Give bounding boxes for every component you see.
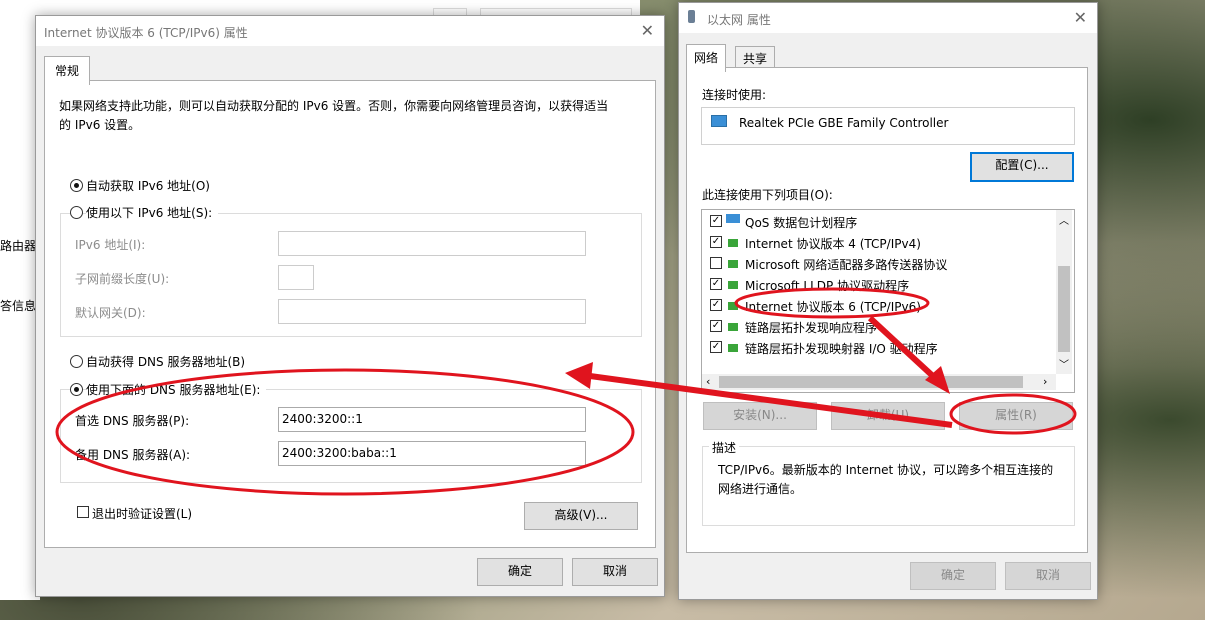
alternate-dns-field[interactable]: 2400:3200:baba::1 — [278, 441, 586, 466]
install-button[interactable]: 安装(N)... — [703, 402, 817, 430]
list-item[interactable]: Internet 协议版本 4 (TCP/IPv4) — [745, 235, 921, 252]
protocol-icon — [728, 302, 738, 310]
bg-label-info: 答信息. — [0, 299, 40, 313]
protocol-icon — [728, 239, 738, 247]
tab-general[interactable]: 常规 — [44, 56, 91, 85]
configure-button[interactable]: 配置(C)... — [970, 152, 1074, 182]
network-adapter-icon — [688, 10, 695, 23]
ethernet-properties-dialog: 以太网 属性 ✕ 网络 共享 连接时使用: Realtek PCIe GBE F… — [678, 2, 1098, 600]
preferred-dns-field[interactable]: 2400:3200::1 — [278, 407, 586, 432]
manual-dns-group — [60, 389, 642, 483]
properties-button[interactable]: 属性(R) — [959, 402, 1073, 430]
close-icon[interactable]: ✕ — [1074, 8, 1087, 27]
ipv6-address-field[interactable] — [278, 231, 586, 256]
validate-on-exit-checkbox[interactable] — [77, 506, 89, 518]
ipv6-properties-dialog: Internet 协议版本 6 (TCP/IPv6) 属性 ✕ 常规 如果网络支… — [35, 15, 665, 597]
list-item[interactable]: Microsoft 网络适配器多路传送器协议 — [745, 256, 947, 273]
items-scrollbar-h[interactable]: ‹ › — [702, 374, 1056, 390]
radio-auto-dns-label[interactable]: 自动获得 DNS 服务器地址(B) — [86, 353, 245, 370]
item-checkbox[interactable] — [710, 257, 722, 269]
tab-network[interactable]: 网络 — [686, 44, 727, 72]
scroll-left-icon[interactable]: ‹ — [706, 375, 710, 388]
intro-text-line2: 的 IPv6 设置。 — [59, 118, 141, 132]
label-default-gateway: 默认网关(D): — [75, 306, 146, 320]
item-checkbox[interactable]: ✓ — [710, 215, 722, 227]
protocol-icon — [728, 281, 738, 289]
item-checkbox[interactable]: ✓ — [710, 236, 722, 248]
ipv6-dialog-title: Internet 协议版本 6 (TCP/IPv6) 属性 — [44, 26, 248, 40]
items-label: 此连接使用下列项目(O): — [702, 188, 833, 202]
protocol-icon — [728, 260, 738, 268]
prefix-length-field[interactable] — [278, 265, 314, 290]
label-preferred-dns: 首选 DNS 服务器(P): — [75, 414, 190, 428]
item-checkbox[interactable]: ✓ — [710, 341, 722, 353]
connect-using-label: 连接时使用: — [702, 88, 767, 102]
advanced-button[interactable]: 高级(V)... — [524, 502, 638, 530]
label-prefix-length: 子网前缀长度(U): — [75, 272, 170, 286]
ethernet-dialog-title: 以太网 属性 — [707, 13, 771, 27]
radio-manual-ipv6[interactable] — [70, 206, 83, 219]
ipv6-cancel-button[interactable]: 取消 — [572, 558, 658, 586]
scroll-thumb[interactable] — [1058, 266, 1070, 352]
protocol-icon — [728, 323, 738, 331]
scroll-down-icon[interactable]: ﹀ — [1059, 356, 1069, 371]
scroll-right-icon[interactable]: › — [1043, 375, 1047, 388]
scroll-h-thumb[interactable] — [719, 376, 1023, 388]
item-checkbox[interactable]: ✓ — [710, 299, 722, 311]
list-item[interactable]: QoS 数据包计划程序 — [745, 214, 857, 231]
list-item[interactable]: Microsoft LLDP 协议驱动程序 — [745, 277, 909, 294]
scroll-up-icon[interactable]: ︿ — [1059, 212, 1069, 227]
radio-auto-dns[interactable] — [70, 355, 83, 368]
uninstall-button[interactable]: 卸载(U) — [831, 402, 945, 430]
list-item[interactable]: 链路层拓扑发现映射器 I/O 驱动程序 — [745, 340, 938, 357]
description-line2: 网络进行通信。 — [718, 482, 803, 496]
close-icon[interactable]: ✕ — [641, 21, 654, 40]
radio-auto-ipv6[interactable] — [70, 179, 83, 192]
intro-text-line1: 如果网络支持此功能，则可以自动获取分配的 IPv6 设置。否则，你需要向网络管理… — [59, 99, 609, 113]
label-ipv6-address: IPv6 地址(I): — [75, 238, 146, 252]
ethernet-ok-button[interactable]: 确定 — [910, 562, 996, 590]
bg-label-router: 路由器 — [0, 239, 37, 253]
validate-on-exit-label[interactable]: 退出时验证设置(L) — [92, 505, 192, 522]
items-scrollbar-v[interactable]: ︿ ﹀ — [1056, 210, 1072, 374]
description-label: 描述 — [709, 439, 740, 456]
radio-manual-dns-label[interactable]: 使用下面的 DNS 服务器地址(E): — [86, 381, 267, 398]
label-alternate-dns: 备用 DNS 服务器(A): — [75, 448, 191, 462]
radio-manual-ipv6-label[interactable]: 使用以下 IPv6 地址(S): — [86, 204, 219, 221]
adapter-icon — [711, 115, 727, 127]
protocol-icon — [728, 344, 738, 352]
radio-manual-dns[interactable] — [70, 383, 83, 396]
ipv6-ok-button[interactable]: 确定 — [477, 558, 563, 586]
ethernet-cancel-button[interactable]: 取消 — [1005, 562, 1091, 590]
ethernet-dialog-titlebar[interactable]: 以太网 属性 ✕ — [679, 3, 1097, 33]
item-checkbox[interactable]: ✓ — [710, 320, 722, 332]
adapter-name: Realtek PCIe GBE Family Controller — [739, 116, 949, 130]
radio-auto-ipv6-label[interactable]: 自动获取 IPv6 地址(O) — [86, 177, 210, 194]
list-item[interactable]: Internet 协议版本 6 (TCP/IPv6) — [745, 298, 921, 315]
list-item[interactable]: 链路层拓扑发现响应程序 — [745, 319, 877, 336]
background-panel — [0, 200, 40, 600]
ipv6-dialog-titlebar[interactable]: Internet 协议版本 6 (TCP/IPv6) 属性 ✕ — [36, 16, 664, 46]
description-line1: TCP/IPv6。最新版本的 Internet 协议，可以跨多个相互连接的 — [718, 463, 1054, 477]
default-gateway-field[interactable] — [278, 299, 586, 324]
item-checkbox[interactable]: ✓ — [710, 278, 722, 290]
qos-icon — [726, 214, 740, 223]
